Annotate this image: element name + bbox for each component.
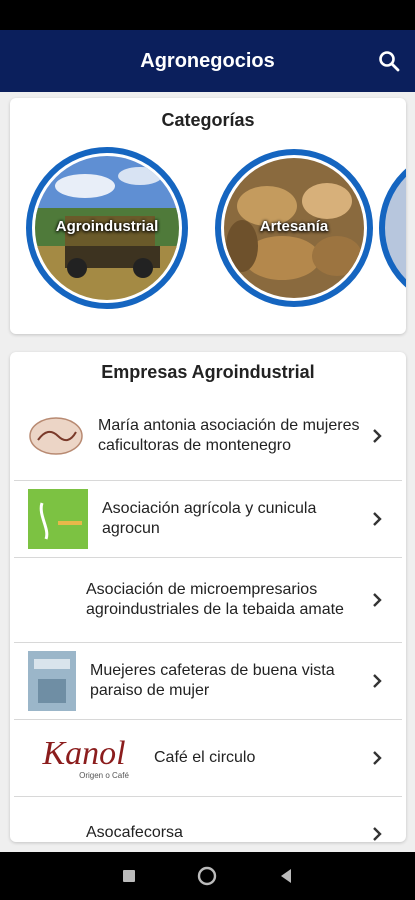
- company-name: Asocafecorsa: [86, 824, 183, 841]
- company-logo: [14, 651, 90, 711]
- category-label: Agroindustrial: [55, 218, 159, 235]
- category-partial[interactable]: [376, 146, 406, 310]
- back-icon[interactable]: [276, 866, 296, 886]
- company-name: Asociación agrícola y cunicula agrocun: [102, 500, 317, 537]
- kanol-logo: Kanol Origen o Café: [14, 734, 154, 780]
- list-item[interactable]: Muejeres cafeteras de buena vista parais…: [14, 643, 402, 720]
- chevron-right-icon: [373, 593, 382, 607]
- status-bar: [0, 0, 415, 30]
- chevron-right-icon: [373, 674, 382, 688]
- list-item[interactable]: Asociación agrícola y cunicula agrocun: [14, 481, 402, 558]
- search-icon[interactable]: [377, 49, 401, 73]
- category-partial-image: [379, 168, 406, 288]
- list-item[interactable]: María antonia asociación de mujeres cafi…: [14, 392, 402, 481]
- kanol-logo-text: Kanol: [42, 734, 126, 772]
- kanol-logo-subtext: Origen o Café: [79, 770, 129, 780]
- category-artesania[interactable]: Artesanía: [212, 146, 376, 310]
- chevron-right-icon: [373, 429, 382, 443]
- company-logo: [14, 489, 102, 549]
- app-bar: Agronegocios: [0, 30, 415, 92]
- categories-title: Categorías: [161, 110, 255, 130]
- list-item[interactable]: Asociación de microempresarios agroindus…: [14, 558, 402, 643]
- categories-card: Categorías Agroindustrial Artesanía: [10, 98, 406, 334]
- chevron-right-icon: [373, 751, 382, 765]
- company-logo: [14, 416, 98, 456]
- recents-icon[interactable]: [119, 866, 139, 886]
- company-name: Café el circulo: [154, 749, 256, 766]
- app-title: Agronegocios: [140, 49, 275, 72]
- chevron-right-icon: [373, 512, 382, 526]
- company-name: Muejeres cafeteras de buena vista parais…: [90, 662, 335, 699]
- category-label: Artesanía: [259, 218, 329, 235]
- company-name: María antonia asociación de mujeres cafi…: [98, 417, 360, 454]
- chevron-right-icon: [373, 827, 382, 841]
- company-name: Asociación de microempresarios agroindus…: [86, 581, 344, 618]
- list-item[interactable]: Asocafecorsa: [14, 797, 402, 842]
- category-agroindustrial[interactable]: Agroindustrial: [25, 146, 189, 310]
- companies-title: Empresas Agroindustrial: [101, 362, 315, 382]
- home-icon[interactable]: [196, 865, 218, 887]
- list-item[interactable]: Kanol Origen o Café Café el circulo: [14, 720, 402, 797]
- system-nav-bar: [0, 852, 415, 900]
- companies-card: Empresas Agroindustrial María antonia as…: [10, 352, 406, 842]
